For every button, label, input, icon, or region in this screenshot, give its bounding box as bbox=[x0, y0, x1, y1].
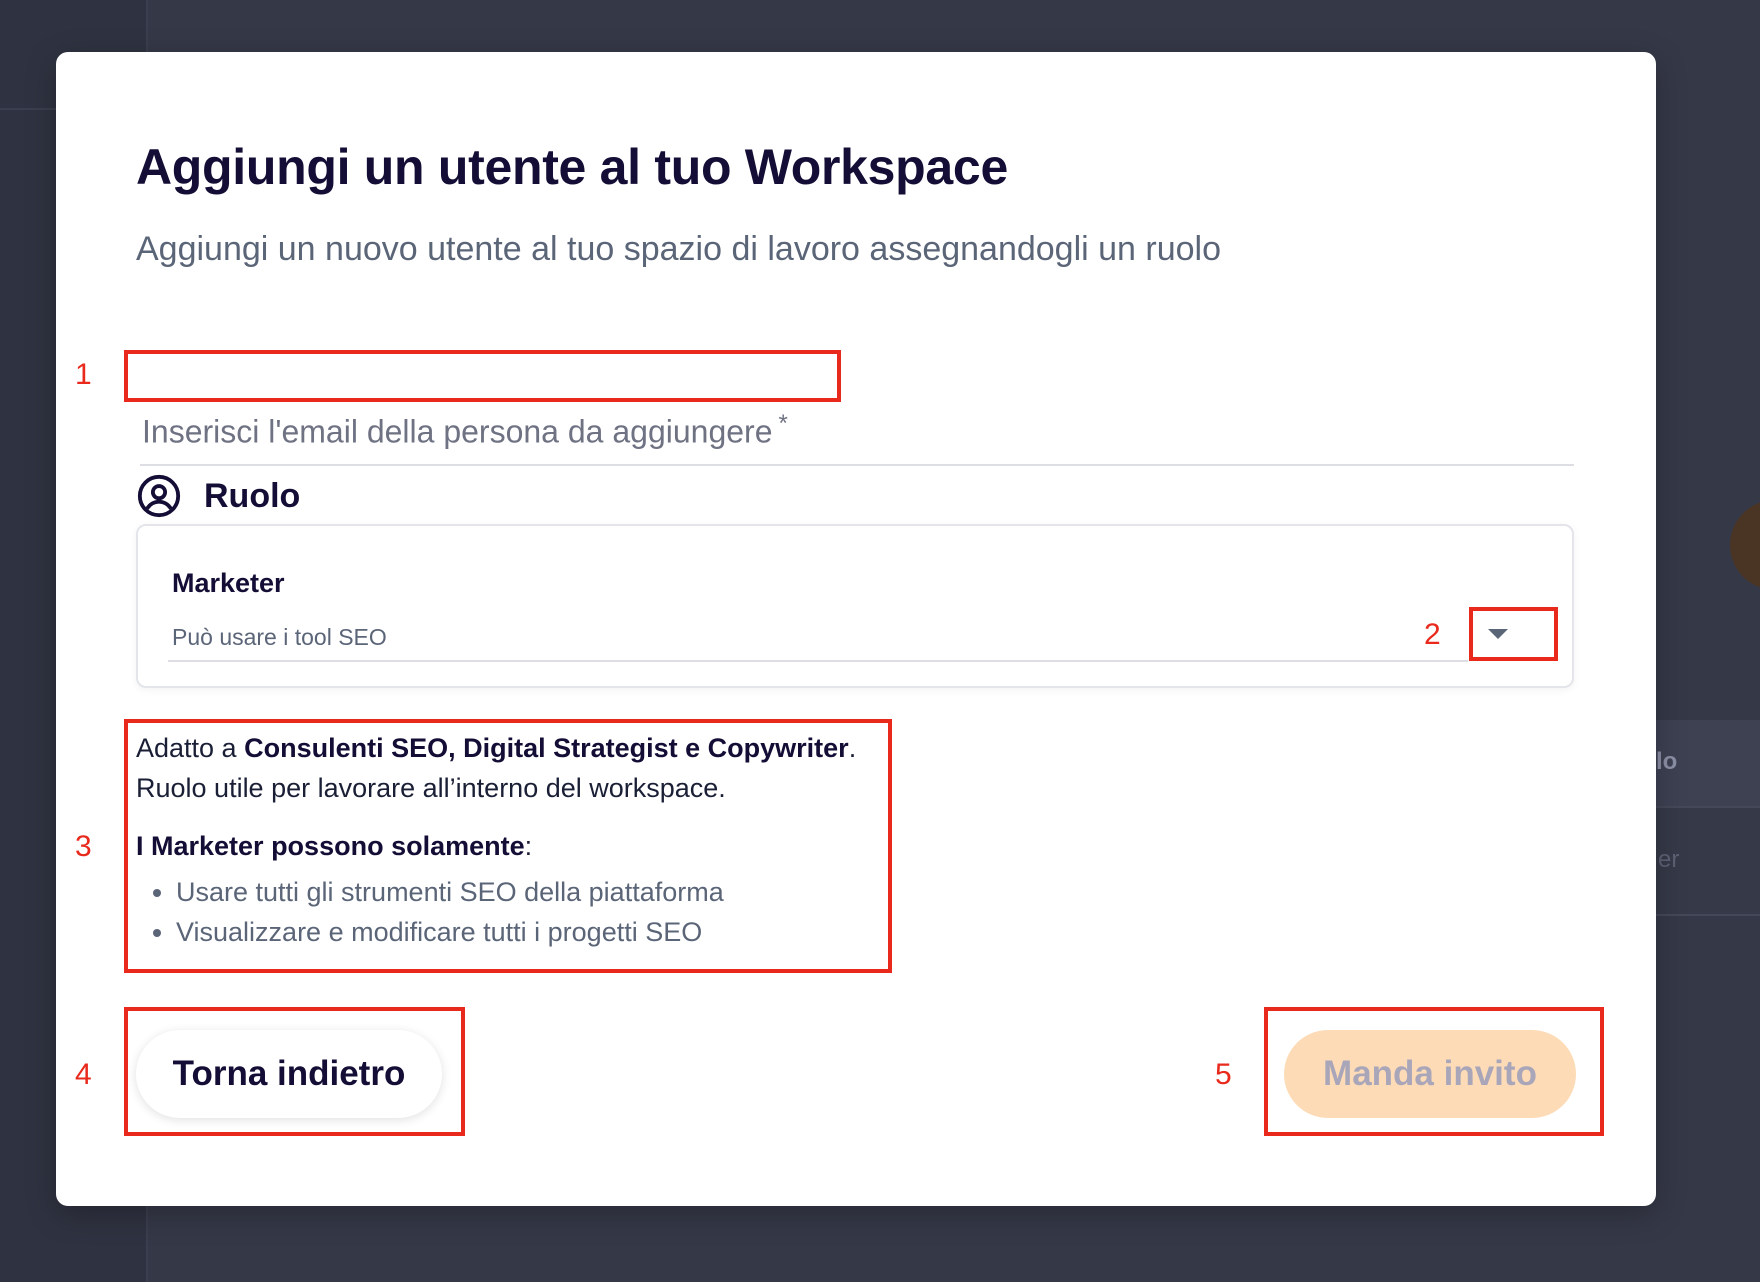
selected-role-description: Può usare i tool SEO bbox=[172, 624, 387, 650]
annotation-box-1 bbox=[124, 350, 841, 402]
email-input[interactable] bbox=[140, 404, 1578, 454]
annotation-box-3 bbox=[124, 719, 892, 973]
background-partial-label: lo bbox=[1656, 748, 1678, 775]
modal-title: Aggiungi un utente al tuo Workspace bbox=[136, 139, 1008, 195]
role-section-header: Ruolo bbox=[136, 468, 300, 524]
annotation-box-4 bbox=[124, 1007, 465, 1136]
role-select[interactable]: Marketer Può usare i tool SEO bbox=[136, 524, 1574, 688]
role-section-title: Ruolo bbox=[204, 476, 301, 515]
selected-role-name: Marketer bbox=[172, 568, 285, 598]
background-table-row bbox=[1650, 914, 1760, 976]
background-partial-text: er bbox=[1658, 846, 1680, 873]
annotation-number-5: 5 bbox=[1215, 1058, 1232, 1091]
annotation-number-1: 1 bbox=[75, 358, 92, 391]
annotation-box-2 bbox=[1469, 607, 1558, 661]
background-avatar bbox=[1730, 500, 1760, 590]
user-circle-icon bbox=[137, 474, 181, 518]
annotation-number-3: 3 bbox=[75, 830, 92, 863]
role-select-underline bbox=[168, 660, 1468, 662]
annotation-number-4: 4 bbox=[75, 1058, 92, 1091]
modal-subtitle: Aggiungi un nuovo utente al tuo spazio d… bbox=[136, 230, 1222, 268]
annotation-number-2: 2 bbox=[1424, 618, 1441, 651]
annotation-box-5 bbox=[1264, 1007, 1604, 1136]
